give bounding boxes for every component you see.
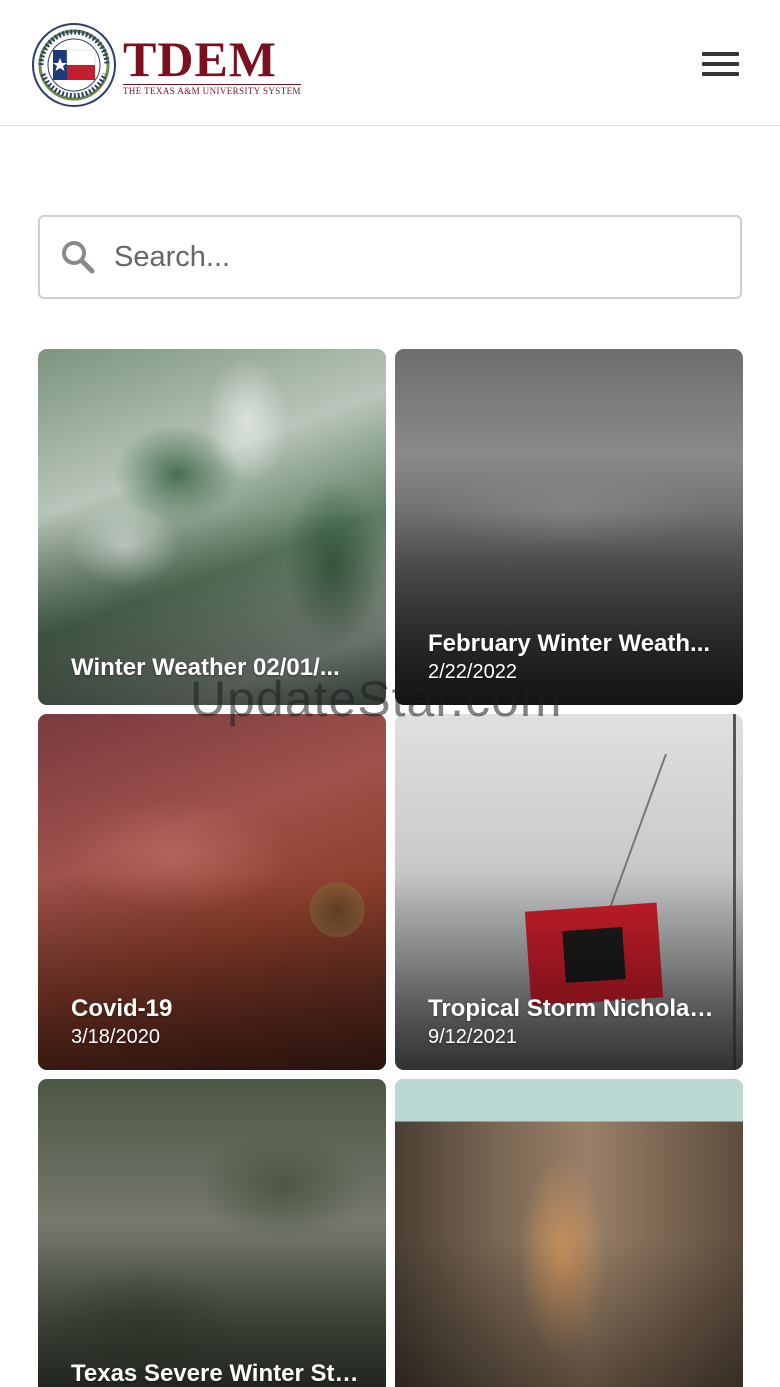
event-card[interactable]: Tropical Storm Nicholas... 9/12/2021 [395, 714, 743, 1070]
logo-name: TDEM [123, 30, 277, 87]
event-card-title: Winter Weather 02/01/... [71, 654, 340, 681]
event-card[interactable]: Covid-19 3/18/2020 [38, 714, 386, 1070]
event-card-title: Tropical Storm Nicholas... [428, 995, 719, 1022]
event-card-title: February Winter Weath... [428, 630, 711, 657]
event-card[interactable]: Texas Severe Winter Sto... [38, 1079, 386, 1387]
event-card-date: 3/18/2020 [71, 1026, 160, 1048]
event-card-title: Texas Severe Winter Sto... [71, 1360, 362, 1387]
event-card[interactable]: February Winter Weath... 2/22/2022 [395, 349, 743, 705]
event-card-date: 9/12/2021 [428, 1026, 517, 1048]
event-card[interactable]: Winter Weather 02/01/... [38, 349, 386, 705]
logo-subtitle: THE TEXAS A&M UNIVERSITY SYSTEM [123, 83, 301, 96]
event-card[interactable] [395, 1079, 743, 1387]
app-header: TDEM THE TEXAS A&M UNIVERSITY SYSTEM [0, 0, 780, 126]
tdem-logo[interactable]: TDEM THE TEXAS A&M UNIVERSITY SYSTEM [31, 22, 301, 108]
hamburger-menu-icon[interactable] [696, 48, 744, 82]
tdem-seal-logo [32, 23, 116, 107]
event-card-date: 2/22/2022 [428, 661, 517, 683]
event-card-title: Covid-19 [71, 995, 173, 1022]
search-box [38, 215, 742, 299]
search-input[interactable] [114, 229, 724, 285]
search-icon [62, 241, 95, 274]
